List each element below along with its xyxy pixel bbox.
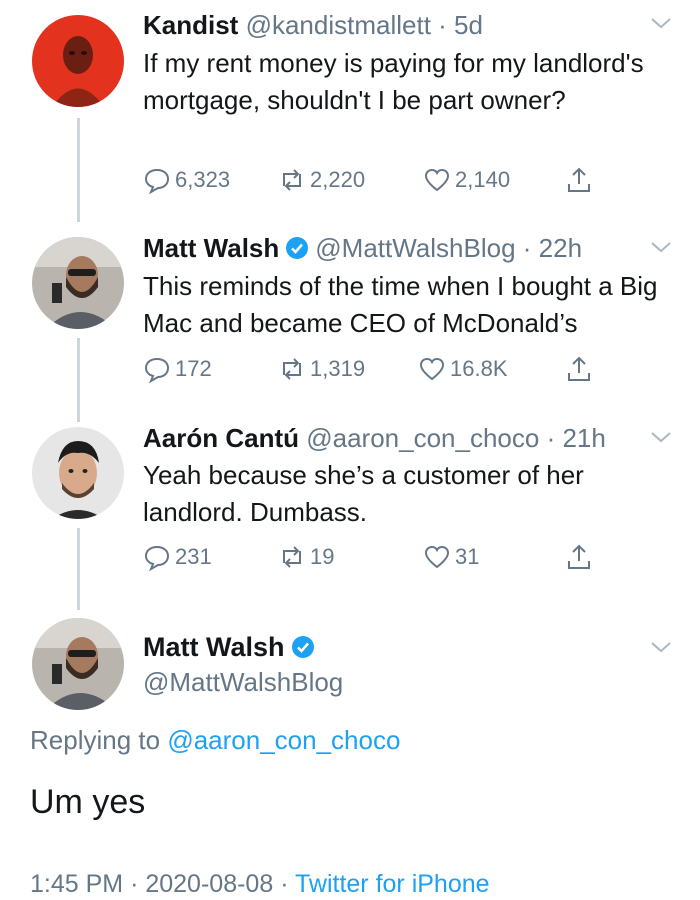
retweet-button[interactable]: 2,220 [278, 163, 365, 197]
tweet-meta: 1:45 PM · 2020-08-08 · Twitter for iPhon… [30, 868, 490, 900]
separator-dot: · [130, 870, 139, 898]
chevron-down-icon[interactable] [650, 430, 672, 444]
author-name[interactable]: Matt Walsh [143, 233, 279, 263]
tweet-time[interactable]: 5d [454, 10, 483, 40]
avatar-aaron-cantu-image [32, 427, 124, 519]
heart-icon [419, 357, 445, 381]
reply-button[interactable]: 172 [143, 352, 212, 386]
like-count: 16.8K [450, 356, 508, 381]
main-tweet-text: Um yes [30, 783, 146, 821]
author-handle[interactable]: @kandistmallett [246, 10, 431, 40]
tweet-header: Aarón Cantú @aaron_con_choco · 21h [143, 421, 606, 455]
share-button[interactable] [565, 540, 597, 574]
reply-icon [144, 168, 170, 194]
heart-icon [424, 168, 450, 192]
retweet-icon [283, 358, 301, 380]
like-button[interactable]: 31 [423, 540, 479, 574]
main-author: Matt Walsh [143, 630, 321, 664]
thread-line-1 [77, 118, 80, 222]
author-name[interactable]: Matt Walsh [143, 632, 285, 662]
tweet-time[interactable]: 1:45 PM [30, 870, 123, 898]
share-button[interactable] [565, 163, 597, 197]
retweet-count: 19 [310, 544, 335, 569]
retweet-count: 2,220 [310, 167, 366, 192]
verified-badge-icon [286, 237, 309, 259]
thread-line-2 [77, 338, 80, 422]
tweet-source-link[interactable]: Twitter for iPhone [295, 870, 490, 898]
author-name[interactable]: Aarón Cantú [143, 423, 299, 453]
like-count: 2,140 [455, 167, 511, 192]
reply-button[interactable]: 6,323 [143, 163, 230, 197]
separator-dot: · [539, 423, 563, 453]
reply-icon [144, 545, 170, 571]
verified-badge-icon [291, 636, 314, 658]
tweet-text: If my rent money is paying for my landlo… [143, 48, 644, 115]
replying-to-label: Replying to [30, 725, 168, 755]
retweet-button[interactable]: 1,319 [278, 352, 365, 386]
share-button[interactable] [565, 352, 597, 386]
avatar-kandist-image [32, 15, 124, 107]
separator-dot: · [430, 10, 455, 40]
share-icon [568, 356, 590, 381]
replying-to-link[interactable]: @aaron_con_choco [167, 725, 400, 755]
share-icon [568, 544, 590, 569]
retweet-icon [283, 169, 301, 191]
avatar-matt-walsh-image [32, 237, 124, 329]
author-name[interactable]: Kandist [143, 10, 238, 40]
avatar[interactable] [32, 15, 124, 107]
separator-dot: · [515, 233, 539, 263]
retweet-button[interactable]: 19 [278, 540, 334, 574]
chevron-down-icon[interactable] [650, 16, 672, 30]
tweet-header: Kandist @kandistmallett · 5d [143, 8, 483, 42]
reply-count: 231 [175, 544, 212, 569]
author-handle[interactable]: @MattWalshBlog [315, 233, 515, 263]
heart-icon [424, 545, 450, 569]
separator-dot: · [280, 870, 289, 898]
tweet-header: Matt Walsh @MattWalshBlog · 22h [143, 231, 582, 265]
tweet-text: This reminds of the time when I bought a… [143, 271, 658, 338]
chevron-down-icon[interactable] [650, 640, 672, 654]
author-handle[interactable]: @MattWalshBlog [143, 665, 343, 699]
avatar[interactable] [32, 618, 124, 710]
reply-icon [144, 357, 170, 383]
retweet-icon [283, 546, 301, 568]
tweet-time[interactable]: 22h [539, 233, 582, 263]
reply-count: 172 [175, 356, 212, 381]
replying-to: Replying to @aaron_con_choco [30, 722, 400, 758]
tweet-date[interactable]: 2020-08-08 [145, 870, 273, 898]
share-icon [568, 167, 590, 192]
avatar-matt-walsh-image [32, 618, 124, 710]
like-button[interactable]: 2,140 [423, 163, 510, 197]
avatar[interactable] [32, 427, 124, 519]
thread-line-3 [77, 528, 80, 610]
author-handle[interactable]: @aaron_con_choco [306, 423, 539, 453]
reply-button[interactable]: 231 [143, 540, 212, 574]
like-button[interactable]: 16.8K [418, 352, 508, 386]
avatar[interactable] [32, 237, 124, 329]
like-count: 31 [455, 544, 480, 569]
chevron-down-icon[interactable] [650, 240, 672, 254]
retweet-count: 1,319 [310, 356, 366, 381]
tweet-text: Yeah because she’s a customer of her lan… [143, 460, 584, 527]
reply-count: 6,323 [175, 167, 231, 192]
tweet-time[interactable]: 21h [562, 423, 605, 453]
